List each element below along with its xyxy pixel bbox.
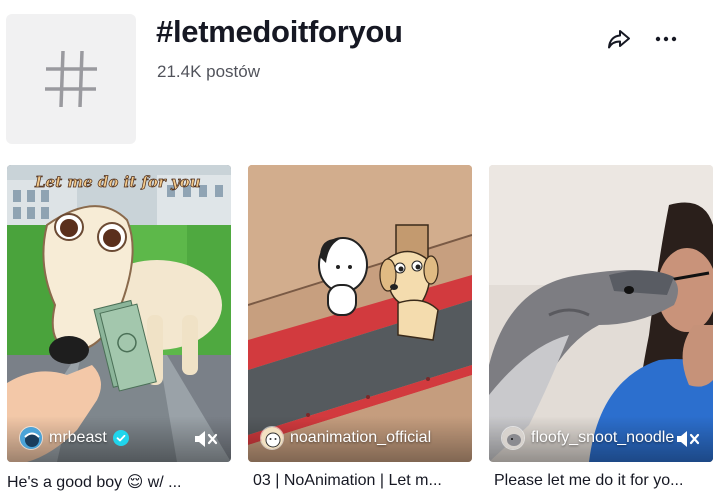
author-name: mrbeast	[49, 429, 107, 446]
page-title: #letmedoitforyou	[156, 14, 403, 49]
video-caption-3[interactable]: Please let me do it for yo...	[494, 472, 718, 490]
hashtag-icon	[45, 50, 97, 108]
video-author[interactable]: noanimation_official	[260, 426, 431, 450]
share-icon	[608, 30, 630, 49]
author-name: noanimation_official	[290, 429, 432, 446]
video-caption-1[interactable]: He's a good boy 😌 w/ ...	[7, 472, 231, 492]
author-name: floofy_snoot_noodle	[531, 429, 675, 446]
video-author[interactable]: mrbeast	[19, 426, 129, 450]
video-overlay-text: Let me do it for you	[34, 173, 201, 191]
hashtag-avatar	[6, 14, 136, 144]
more-dots-icon	[655, 36, 677, 42]
video-caption-2[interactable]: 03 | NoAnimation | Let m...	[253, 472, 477, 490]
post-count: 21.4K postów	[157, 62, 261, 81]
video-card-2[interactable]: noanimation_official	[248, 165, 472, 462]
avatar	[260, 426, 284, 450]
more-options-button[interactable]	[651, 24, 681, 54]
video-card-3[interactable]: floofy_snoot_noodle	[489, 165, 713, 462]
video-author[interactable]: floofy_snoot_noodle	[501, 426, 674, 450]
verified-badge-icon	[112, 430, 129, 446]
avatar	[501, 426, 525, 450]
video-card-1[interactable]: Let me do it for you mrbeast	[7, 165, 231, 462]
muted-speaker-icon[interactable]	[675, 428, 701, 450]
muted-speaker-icon[interactable]	[193, 428, 219, 450]
avatar	[19, 426, 43, 450]
hashtag-header: #letmedoitforyou 21.4K postów	[0, 0, 721, 160]
share-button[interactable]	[604, 24, 634, 54]
